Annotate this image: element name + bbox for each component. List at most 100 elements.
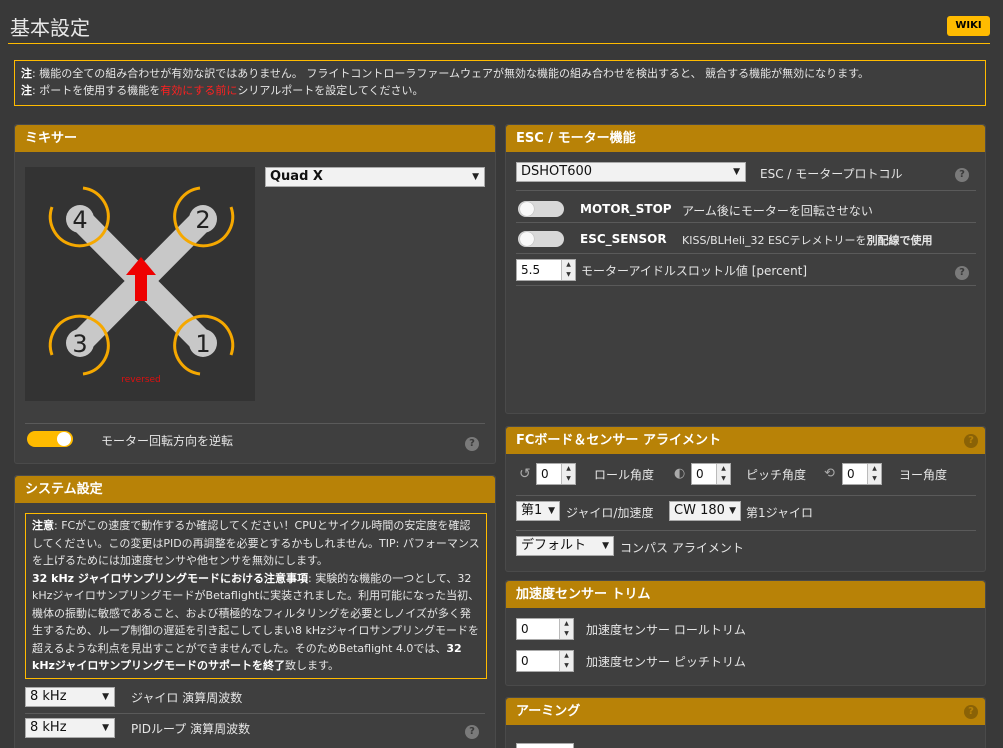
mixer-diagram: 4 2 3 1 reversed <box>25 167 255 401</box>
chevron-down-icon: ▼ <box>733 167 740 177</box>
pitch-icon: ◐ <box>674 466 686 481</box>
arming-header: アーミング <box>506 698 985 725</box>
feature-note: 注: 機能の全ての組み合わせが有効な訳ではありません。 フライトコントローラファ… <box>14 60 986 106</box>
help-icon[interactable]: ? <box>964 705 978 719</box>
esc-sensor-desc: KISS/BLHeli_32 ESCテレメトリーを別配線で使用 <box>682 232 933 248</box>
compass-select-value: デフォルト <box>521 538 587 553</box>
gyro-select-value: 第1 <box>521 503 543 518</box>
motor-stop-desc: アーム後にモーターを回転させない <box>682 204 873 218</box>
pitch-input[interactable]: 0 ▲ ▼ <box>691 463 731 485</box>
esc-sensor-toggle[interactable] <box>518 231 564 247</box>
idle-throttle-label: モーターアイドルスロットル値 [percent] <box>581 264 808 278</box>
help-icon[interactable]: ? <box>465 725 479 739</box>
motor-3-label: 3 <box>72 330 87 358</box>
motor-stop-toggle[interactable] <box>518 201 564 217</box>
help-icon[interactable]: ? <box>465 437 479 451</box>
motor-1-label: 1 <box>195 330 210 358</box>
compass-label: コンパス アライメント <box>620 541 744 555</box>
accel-roll-label: 加速度センサー ロールトリム <box>586 623 746 637</box>
help-icon[interactable]: ? <box>955 266 969 280</box>
accel-trim-header: 加速度センサー トリム <box>506 581 985 608</box>
chevron-down-icon: ▼ <box>102 723 109 733</box>
chevron-down-icon: ▼ <box>472 172 479 182</box>
help-icon[interactable]: ? <box>955 168 969 182</box>
motor-stop-name: MOTOR_STOP <box>580 202 672 216</box>
mixer-select-value: Quad X <box>270 169 323 184</box>
gyro-select-label: ジャイロ/加速度 <box>566 506 654 520</box>
motor-4-label: 4 <box>72 206 87 234</box>
pid-frequency-value: 8 kHz <box>30 720 67 735</box>
chevron-down-icon: ▼ <box>102 692 109 702</box>
spinner-icon[interactable]: ▲ ▼ <box>559 651 573 671</box>
spinner-icon[interactable]: ▲ ▼ <box>561 260 575 280</box>
warn-text-3: 致します。 <box>285 659 339 672</box>
gyro-alignment-value: CW 180 <box>674 503 725 518</box>
gyro-frequency-value: 8 kHz <box>30 689 67 704</box>
reverse-motor-toggle[interactable] <box>27 431 73 447</box>
pid-frequency-label: PIDループ 演算周波数 <box>131 722 251 736</box>
yaw-input[interactable]: 0 ▲ ▼ <box>842 463 882 485</box>
accel-roll-input[interactable]: 0 ▲ ▼ <box>516 618 574 640</box>
divider <box>516 495 976 496</box>
esc-sensor-desc-b: 別配線で使用 <box>866 234 933 247</box>
note-line-2b: シリアルポートを設定してください。 <box>237 84 424 97</box>
yaw-value: 0 <box>847 467 855 481</box>
roll-label: ロール角度 <box>594 468 655 482</box>
chevron-down-icon: ▼ <box>602 541 609 551</box>
gyro-alignment-select[interactable]: CW 180 ▼ <box>669 501 741 521</box>
pid-frequency-select[interactable]: 8 kHz ▼ <box>25 718 115 738</box>
roll-input[interactable]: 0 ▲ ▼ <box>536 463 576 485</box>
system-warning: 注意: FCがこの速度で動作するか確認してください！CPUとサイクル時間の安定度… <box>25 513 487 679</box>
motor-2-label: 2 <box>195 206 210 234</box>
arming-panel: アーミング ? <box>505 697 986 748</box>
wiki-button[interactable]: WIKI <box>947 16 990 36</box>
roll-icon: ↺ <box>519 466 531 482</box>
gyro-frequency-select[interactable]: 8 kHz ▼ <box>25 687 115 707</box>
roll-value: 0 <box>541 467 549 481</box>
divider <box>516 253 976 254</box>
esc-protocol-select[interactable]: DSHOT600 ▼ <box>516 162 746 182</box>
divider <box>516 222 976 223</box>
divider <box>516 190 976 191</box>
warn-bold-2: 32 kHz ジャイロサンプリングモードにおける注意事項 <box>32 571 309 585</box>
note-line-1: : 機能の全ての組み合わせが有効な訳ではありません。 フライトコントローラファー… <box>32 67 869 80</box>
esc-sensor-desc-a: KISS/BLHeli_32 ESCテレメトリーを <box>682 234 867 247</box>
title-divider <box>8 43 990 44</box>
spinner-icon[interactable]: ▲ ▼ <box>559 619 573 639</box>
spinner-icon[interactable]: ▲ ▼ <box>716 464 730 484</box>
board-alignment-panel: FCボード＆センサー アライメント ? ↺ 0 ▲ ▼ ロール角度 ◐ 0 ▲ ▼ ピッ… <box>505 426 986 572</box>
divider <box>516 285 976 286</box>
note-prefix-1: 注 <box>21 67 32 80</box>
system-header: システム設定 <box>15 476 495 503</box>
esc-sensor-name: ESC_SENSOR <box>580 232 667 246</box>
arming-angle-input[interactable] <box>516 743 574 748</box>
quad-x-diagram-icon: 4 2 3 1 reversed <box>48 186 235 385</box>
chevron-down-icon: ▼ <box>548 506 555 516</box>
note-prefix-2: 注 <box>21 84 32 97</box>
board-alignment-header: FCボード＆センサー アライメント <box>506 427 985 454</box>
accel-pitch-value: 0 <box>521 654 529 668</box>
help-icon[interactable]: ? <box>964 434 978 448</box>
mixer-header: ミキサー <box>15 125 495 152</box>
page-title: 基本設定 <box>10 16 90 40</box>
spinner-icon[interactable]: ▲ ▼ <box>867 464 881 484</box>
accel-pitch-label: 加速度センサー ピッチトリム <box>586 655 746 669</box>
reverse-motor-label: モーター回転方向を逆転 <box>101 434 234 448</box>
idle-throttle-input[interactable]: 5.5 ▲ ▼ <box>516 259 576 281</box>
pitch-value: 0 <box>696 467 704 481</box>
yaw-icon: ⟲ <box>824 466 835 481</box>
accel-pitch-input[interactable]: 0 ▲ ▼ <box>516 650 574 672</box>
note-line-2a: : ポートを使用する機能を <box>32 84 161 97</box>
compass-select[interactable]: デフォルト ▼ <box>516 536 614 556</box>
esc-protocol-value: DSHOT600 <box>521 164 593 179</box>
gyro-select[interactable]: 第1 ▼ <box>516 501 560 521</box>
reversed-label: reversed <box>121 375 161 385</box>
mixer-panel: ミキサー 4 2 3 1 reversed Quad X ▼ モーター回転方向を… <box>14 124 496 464</box>
idle-throttle-value: 5.5 <box>521 263 541 277</box>
note-line-2-red: 有効にする前に <box>160 84 238 97</box>
esc-header: ESC / モーター機能 <box>506 125 985 152</box>
spinner-icon[interactable]: ▲ ▼ <box>561 464 575 484</box>
divider <box>516 530 976 531</box>
accel-roll-value: 0 <box>521 622 529 636</box>
mixer-select[interactable]: Quad X ▼ <box>265 167 485 187</box>
